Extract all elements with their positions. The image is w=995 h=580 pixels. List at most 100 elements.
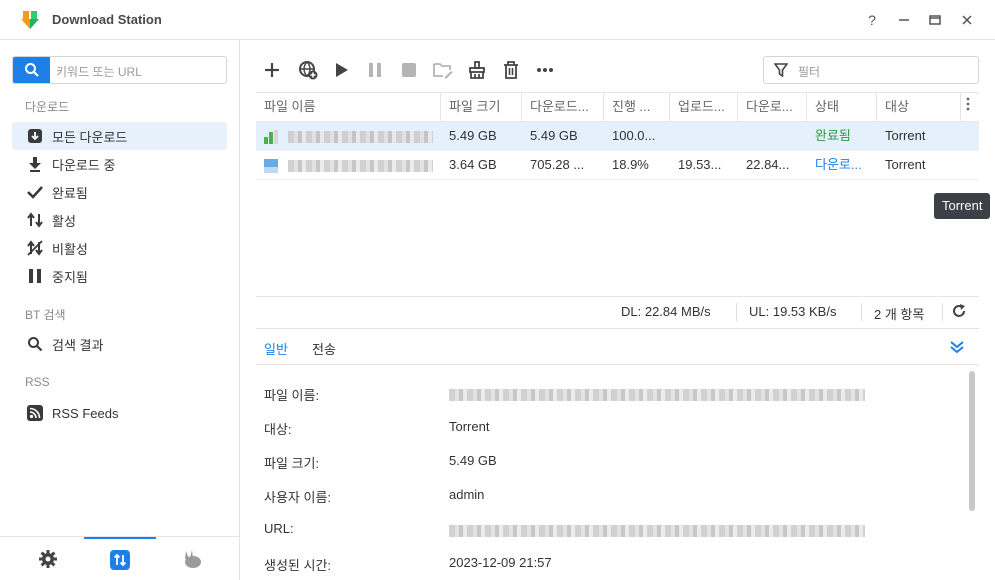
more-button[interactable]	[534, 59, 556, 81]
column-options-button[interactable]	[961, 93, 979, 122]
filter-icon	[774, 63, 788, 77]
emule-tab[interactable]	[156, 537, 228, 580]
detail-panel: 일반 전송 파일 이름: 대상: Torrent 파일 크기: 5.49 GB …	[256, 328, 979, 580]
search-icon	[26, 335, 44, 353]
file-size-cell: 3.64 GB	[449, 157, 497, 172]
sidebar-item-label: 중지됨	[52, 269, 88, 285]
status-bar: DL: 22.84 MB/s UL: 19.53 KB/s 2 개 항목	[256, 296, 979, 326]
download-speed-total: DL: 22.84 MB/s	[621, 304, 711, 319]
delete-button[interactable]	[500, 59, 522, 81]
download-station-logo-icon	[21, 11, 39, 29]
edit-destination-button[interactable]	[432, 59, 454, 81]
sidebar-item-active[interactable]: 활성	[12, 206, 227, 234]
redacted-file-name	[287, 159, 433, 172]
destination-tooltip: Torrent	[934, 193, 991, 219]
maximize-button[interactable]	[925, 10, 945, 30]
refresh-icon	[953, 304, 965, 317]
field-label-file-name: 파일 이름:	[264, 388, 320, 403]
help-button[interactable]: ?	[862, 10, 882, 30]
tab-general[interactable]: 일반	[264, 339, 288, 358]
transfers-tab[interactable]	[84, 537, 156, 580]
file-name-cell	[256, 122, 441, 151]
stop-button[interactable]	[398, 59, 420, 81]
sidebar-item-inactive[interactable]: 비활성	[12, 234, 227, 262]
file-size-cell: 5.49 GB	[449, 128, 497, 143]
column-header-destination[interactable]: 대상	[877, 93, 961, 122]
field-value-file-name	[449, 386, 865, 401]
sidebar-item-label: 비활성	[52, 241, 88, 257]
add-button[interactable]	[261, 59, 283, 81]
detail-tabs: 일반 전송	[256, 329, 979, 365]
pause-button[interactable]	[364, 59, 386, 81]
table-row[interactable]: 3.64 GB 705.28 ... 18.9% 19.53... 22.84.…	[256, 151, 979, 180]
sidebar-item-label: 활성	[52, 213, 76, 229]
detail-scrollbar[interactable]	[969, 371, 975, 511]
pause-icon	[26, 267, 44, 285]
download-all-icon	[26, 127, 44, 145]
sidebar-bottom-bar	[0, 536, 240, 580]
resume-button[interactable]	[331, 59, 353, 81]
sidebar-item-rss-feeds[interactable]: RSS Feeds	[12, 399, 227, 427]
close-button[interactable]	[957, 10, 977, 30]
refresh-button[interactable]	[952, 304, 966, 321]
column-header-upload-speed[interactable]: 업로드...	[670, 93, 738, 122]
column-header-file-size[interactable]: 파일 크기	[441, 93, 522, 122]
column-header-file-name[interactable]: 파일 이름	[256, 93, 441, 122]
filter-input[interactable]: 필터	[798, 63, 820, 80]
downloaded-cell: 705.28 ...	[530, 157, 585, 172]
sidebar-item-label: 검색 결과	[52, 337, 104, 353]
settings-tab[interactable]	[12, 537, 84, 580]
sidebar-item-all-downloads[interactable]: 모든 다운로드	[12, 122, 227, 150]
gear-icon	[39, 550, 57, 568]
vertical-dots-icon	[966, 97, 970, 111]
sidebar-item-stopped[interactable]: 중지됨	[12, 262, 227, 290]
sidebar-item-label: 완료됨	[52, 185, 88, 201]
section-title-download: 다운로드	[25, 100, 70, 114]
add-url-button[interactable]	[297, 59, 319, 81]
title-bar: Download Station ?	[0, 0, 995, 40]
redacted-url	[449, 524, 865, 537]
field-label-created-time: 생성된 시간:	[264, 558, 332, 573]
plus-icon	[265, 63, 279, 77]
file-icon	[264, 158, 278, 173]
column-header-status[interactable]: 상태	[807, 93, 877, 122]
broom-icon	[469, 61, 485, 79]
tab-transfer[interactable]: 전송	[312, 339, 336, 358]
pause-icon	[369, 63, 381, 77]
stop-icon	[402, 63, 416, 77]
downloaded-cell: 5.49 GB	[530, 128, 578, 143]
column-header-progress[interactable]: 진행 ...	[604, 93, 670, 122]
trash-icon	[504, 61, 518, 79]
search-button[interactable]	[13, 57, 50, 83]
collapse-panel-button[interactable]	[950, 340, 964, 357]
rss-icon	[26, 404, 44, 422]
column-header-download-speed[interactable]: 다운로...	[738, 93, 807, 122]
destination-cell: Torrent	[885, 128, 926, 143]
download-speed-cell	[738, 122, 807, 151]
clear-completed-button[interactable]	[466, 59, 488, 81]
search-icon	[24, 63, 39, 77]
minimize-button[interactable]	[894, 10, 914, 30]
field-label-file-size: 파일 크기:	[264, 456, 320, 471]
field-label-url: URL:	[264, 521, 294, 536]
more-icon	[537, 68, 553, 72]
search-input[interactable]: 키워드 또는 URL	[56, 63, 142, 80]
sidebar-item-completed[interactable]: 완료됨	[12, 178, 227, 206]
destination-cell: Torrent	[885, 157, 926, 172]
sidebar-item-label: RSS Feeds	[52, 405, 119, 421]
close-icon	[962, 15, 972, 25]
status-cell: 완료됨	[815, 128, 851, 143]
field-value-username: admin	[449, 487, 485, 502]
maximize-icon	[929, 15, 941, 25]
filter-box[interactable]: 필터	[763, 56, 979, 84]
main-panel: 필터 파일 이름 파일 크기 다운로드... 진행 ... 업로드... 다운로…	[240, 40, 995, 580]
sidebar-item-search-results[interactable]: 검색 결과	[12, 330, 227, 358]
sidebar-item-downloading[interactable]: 다운로드 중	[12, 150, 227, 178]
table-row[interactable]: 5.49 GB 5.49 GB 100.0... 완료됨 Torrent	[256, 122, 979, 151]
play-icon	[336, 63, 348, 77]
column-header-downloaded[interactable]: 다운로드...	[522, 93, 604, 122]
upload-speed-total: UL: 19.53 KB/s	[749, 304, 837, 319]
keyword-url-search-box[interactable]: 키워드 또는 URL	[12, 56, 227, 84]
status-divider	[736, 303, 737, 321]
grid-header: 파일 이름 파일 크기 다운로드... 진행 ... 업로드... 다운로...…	[256, 93, 979, 122]
